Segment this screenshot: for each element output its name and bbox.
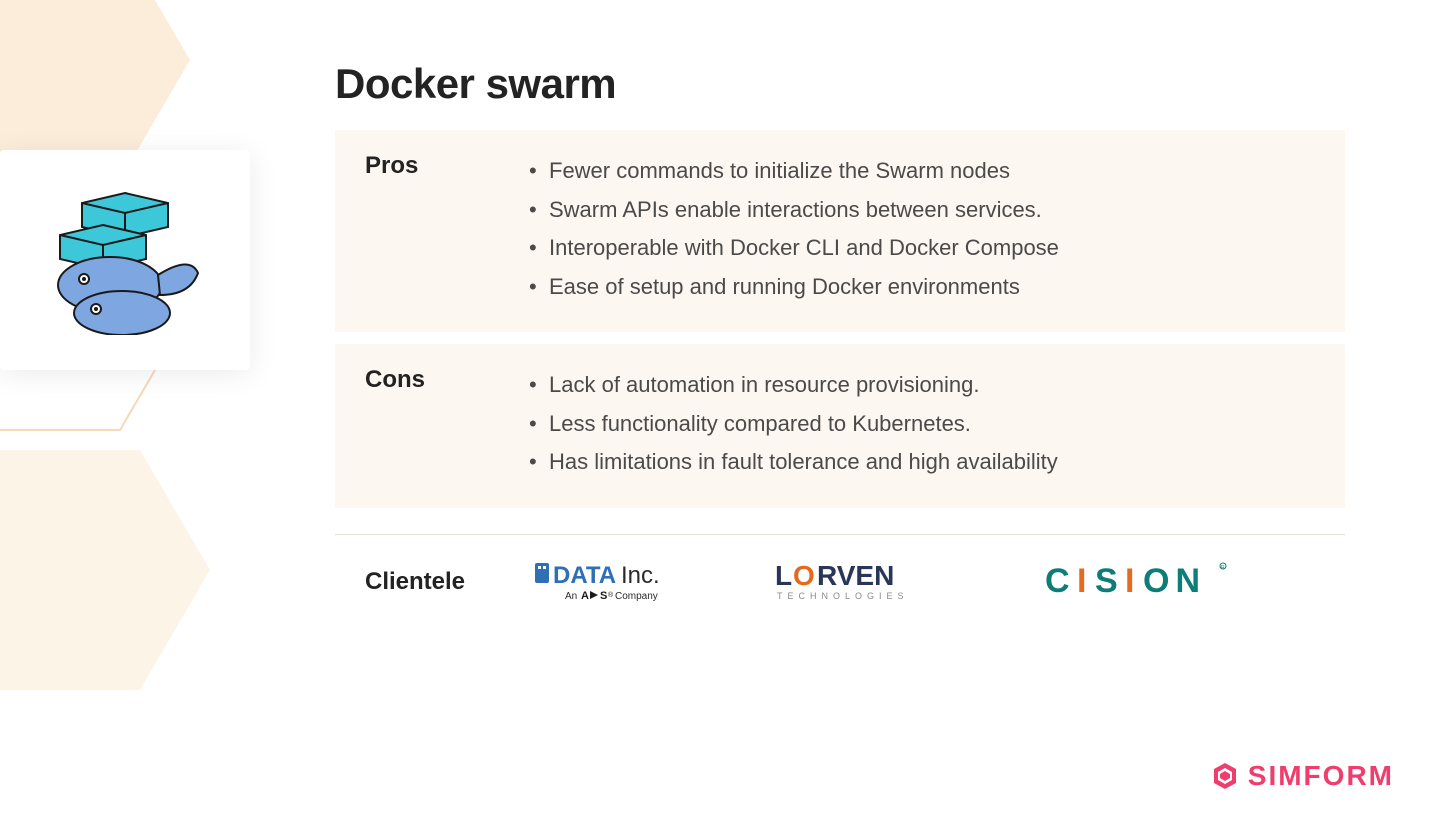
page-title: Docker swarm — [335, 60, 1345, 108]
list-item: Lack of automation in resource provision… — [525, 366, 1315, 405]
brand-name: SIMFORM — [1248, 760, 1394, 792]
svg-text:Inc.: Inc. — [621, 562, 660, 589]
svg-text:C: C — [1045, 562, 1076, 600]
svg-text:R: R — [1221, 565, 1225, 571]
svg-text:L: L — [775, 560, 792, 591]
pros-list: Fewer commands to initialize the Swarm n… — [525, 152, 1315, 306]
svg-text:O: O — [793, 560, 815, 591]
list-item: Swarm APIs enable interactions between s… — [525, 191, 1315, 230]
list-item: Less functionality compared to Kubernete… — [525, 405, 1315, 444]
simform-brand-logo: SIMFORM — [1210, 760, 1394, 792]
list-item: Interoperable with Docker CLI and Docker… — [525, 229, 1315, 268]
product-logo-card — [0, 150, 250, 370]
svg-text:S: S — [1095, 562, 1124, 600]
svg-text:I: I — [1077, 562, 1092, 600]
svg-text:Company: Company — [615, 591, 658, 602]
svg-text:®: ® — [608, 591, 614, 599]
list-item: Has limitations in fault tolerance and h… — [525, 443, 1315, 482]
docker-swarm-icon — [40, 185, 210, 335]
client-logo-lorven: L O RVEN TECHNOLOGIES — [775, 557, 975, 607]
main-content: Docker swarm Pros Fewer commands to init… — [335, 60, 1345, 607]
svg-text:ON: ON — [1143, 562, 1206, 600]
svg-text:An: An — [565, 591, 577, 602]
list-item: Fewer commands to initialize the Swarm n… — [525, 152, 1315, 191]
pros-section: Pros Fewer commands to initialize the Sw… — [335, 130, 1345, 332]
cons-list: Lack of automation in resource provision… — [525, 366, 1315, 482]
svg-text:RVEN: RVEN — [817, 560, 894, 591]
pros-label: Pros — [365, 152, 525, 306]
client-logo-datainc: DATAInc. An A S ® Company — [535, 557, 705, 607]
decorative-hex-bg — [0, 0, 300, 840]
cons-label: Cons — [365, 366, 525, 482]
svg-text:DATA: DATA — [553, 562, 616, 589]
simform-icon — [1210, 761, 1240, 791]
divider — [335, 534, 1345, 535]
svg-text:A: A — [581, 590, 589, 602]
svg-text:I: I — [1125, 562, 1140, 600]
client-logo-cision: C I S I ON R — [1045, 560, 1235, 604]
clientele-label: Clientele — [365, 568, 465, 596]
svg-text:S: S — [600, 590, 607, 602]
clientele-row: Clientele DATAInc. An A S ® Company L O … — [335, 557, 1345, 607]
list-item: Ease of setup and running Docker environ… — [525, 268, 1315, 307]
svg-text:TECHNOLOGIES: TECHNOLOGIES — [777, 591, 909, 601]
cons-section: Cons Lack of automation in resource prov… — [335, 344, 1345, 508]
